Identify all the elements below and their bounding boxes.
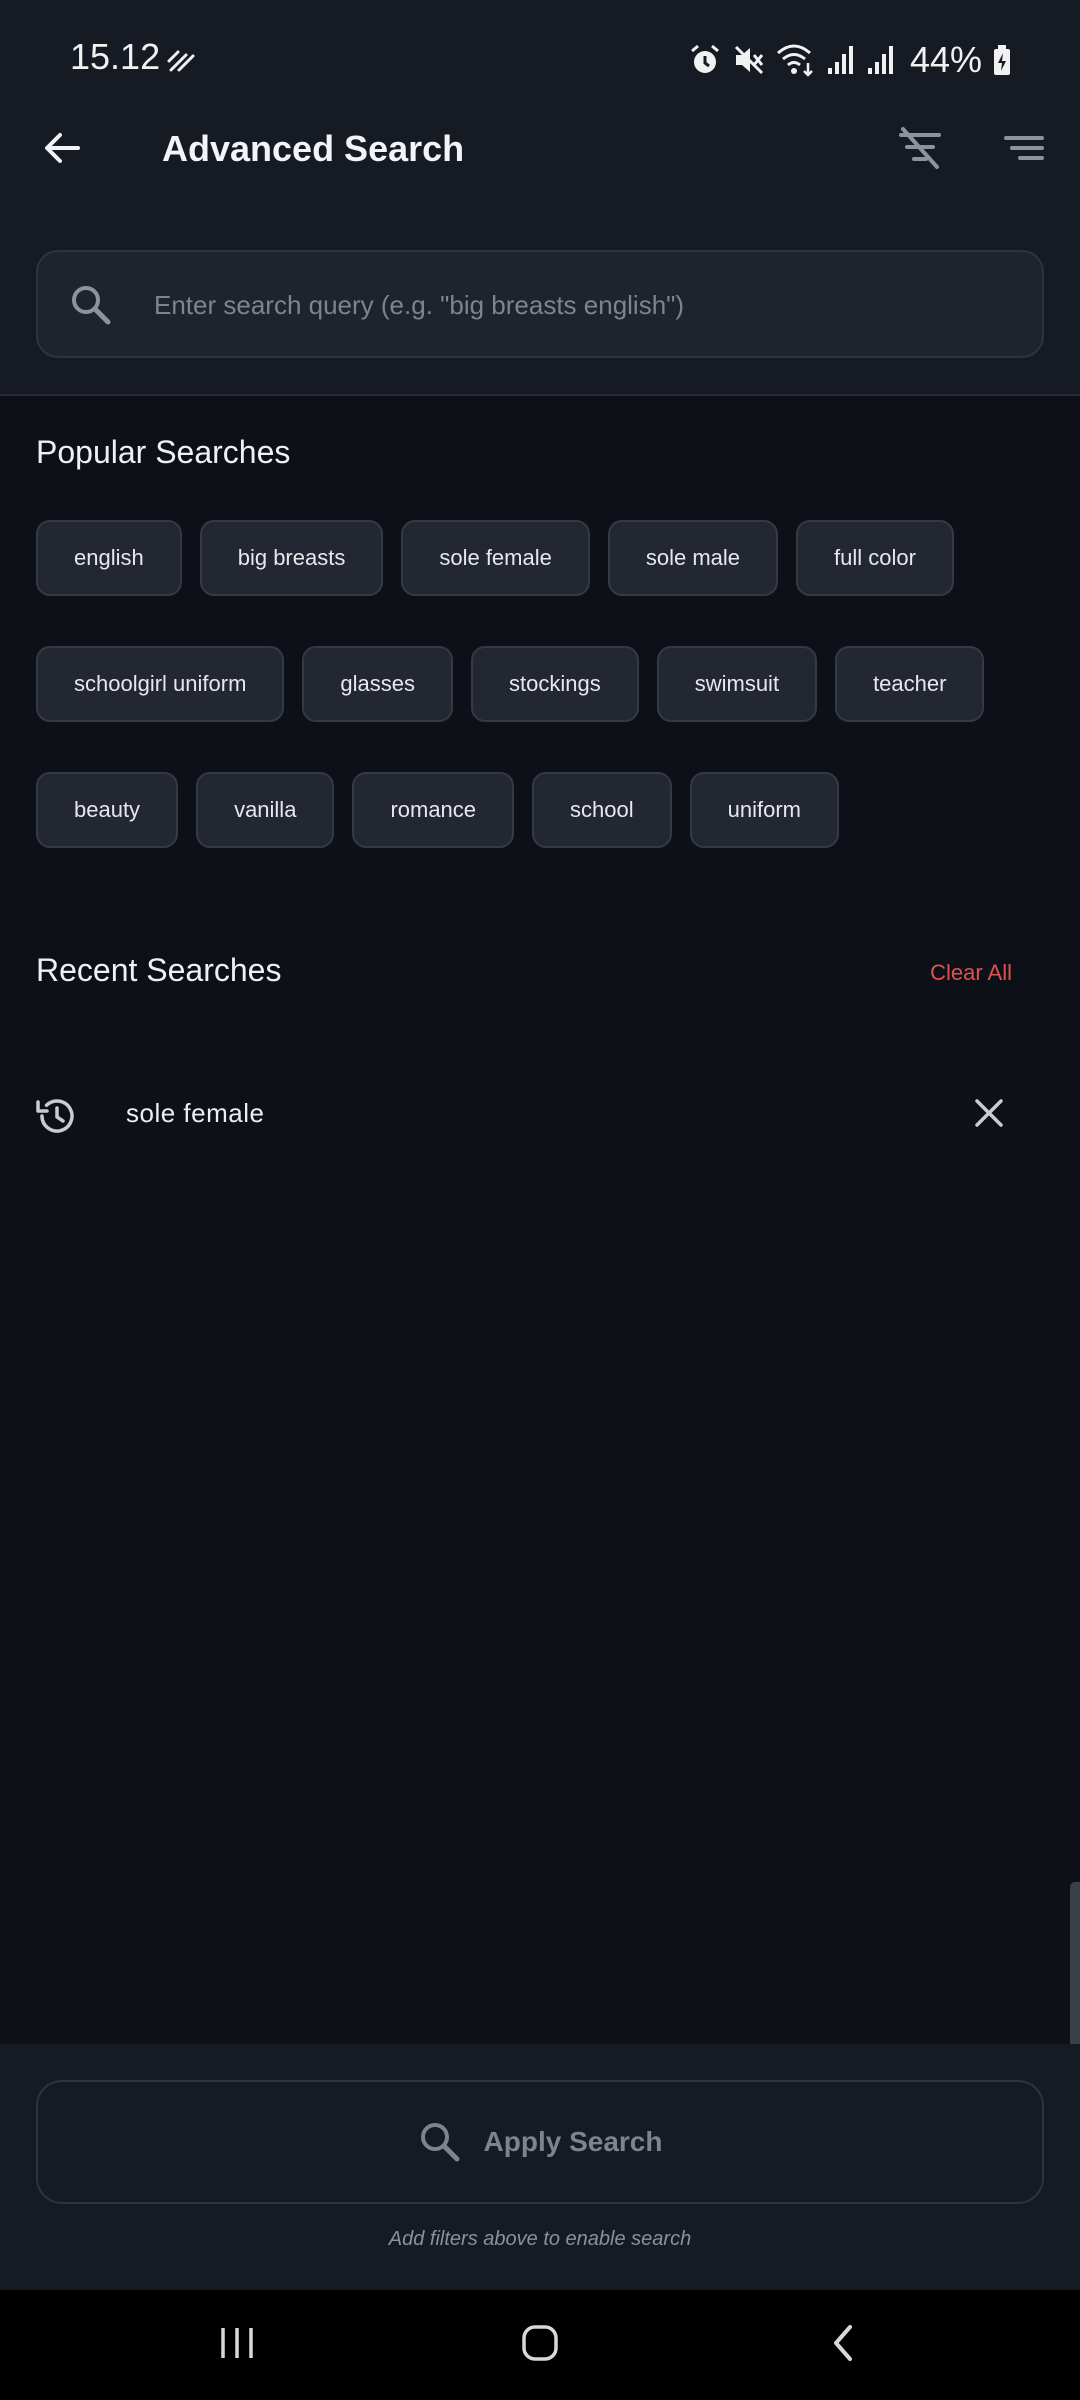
clear-all-button[interactable]: Clear All <box>930 960 1012 986</box>
mute-icon <box>732 43 766 77</box>
status-time: 15.12 <box>70 36 161 77</box>
popular-searches-heading: Popular Searches <box>36 434 291 470</box>
home-button[interactable] <box>495 2310 585 2380</box>
popular-chip[interactable]: glasses <box>302 646 453 722</box>
apply-search-button[interactable]: Apply Search <box>36 2080 1044 2204</box>
battery-percentage: 44% <box>909 39 982 80</box>
popular-chip[interactable]: vanilla <box>196 772 335 848</box>
chevron-left-icon <box>828 2323 858 2368</box>
sort-button[interactable] <box>996 122 1052 178</box>
system-back-button[interactable] <box>798 2310 888 2380</box>
status-icons: 44% <box>688 38 1012 82</box>
recents-icon <box>217 2325 257 2366</box>
search-icon <box>418 2120 462 2164</box>
popular-chip[interactable]: stockings <box>471 646 639 722</box>
popular-chip-row: beauty vanilla romance school uniform <box>36 772 839 848</box>
search-icon <box>68 282 114 328</box>
popular-chip-row: english big breasts sole female sole mal… <box>36 520 954 596</box>
popular-chip[interactable]: beauty <box>36 772 179 848</box>
popular-chip[interactable]: big breasts <box>199 520 384 596</box>
popular-chip[interactable]: sole male <box>607 520 779 596</box>
popular-chip[interactable]: school <box>532 772 672 848</box>
popular-chip[interactable]: full color <box>796 520 954 596</box>
popular-chip[interactable]: schoolgirl uniform <box>36 646 285 722</box>
divider <box>0 394 1080 396</box>
home-icon <box>520 2323 560 2368</box>
wifi-icon <box>776 43 816 77</box>
popular-chip[interactable]: romance <box>352 772 515 848</box>
signal-icon <box>866 44 896 76</box>
status-bar: 15.12 44% <box>0 0 1080 120</box>
apply-hint-text: Add filters above to enable search <box>388 2228 692 2250</box>
top-area: 15.12 44% Advanced Search Enter search q… <box>0 0 1080 395</box>
back-button[interactable] <box>36 124 88 176</box>
apply-search-label: Apply Search <box>483 2126 663 2157</box>
system-nav-bar <box>0 2290 1080 2400</box>
recents-button[interactable] <box>192 2310 282 2380</box>
recent-search-text: sole female <box>126 1098 265 1128</box>
advanced-search-screen: 15.12 44% Advanced Search Enter search q… <box>0 0 1080 2400</box>
arrow-back-icon <box>42 128 82 173</box>
sort-icon <box>1002 126 1046 175</box>
popular-chip-row: schoolgirl uniform glasses stockings swi… <box>36 646 985 722</box>
popular-chip[interactable]: swimsuit <box>656 646 818 722</box>
popular-chip[interactable]: teacher <box>835 646 985 722</box>
remove-recent-button[interactable] <box>966 1092 1012 1138</box>
recent-search-item[interactable]: sole female <box>0 1080 1080 1150</box>
search-field[interactable] <box>36 250 1044 358</box>
app-bar: Advanced Search <box>0 110 1080 190</box>
signal-icon <box>826 44 856 76</box>
close-icon <box>974 1098 1004 1133</box>
popular-chip[interactable]: sole female <box>401 520 590 596</box>
apply-panel: Apply Search Add filters above to enable… <box>0 2044 1080 2290</box>
clear-filters-button[interactable] <box>892 122 948 178</box>
battery-charging-icon <box>992 44 1012 76</box>
alarm-icon <box>688 43 722 77</box>
popular-chip[interactable]: uniform <box>689 772 839 848</box>
popular-chip[interactable]: english <box>36 520 182 596</box>
history-icon <box>34 1094 78 1138</box>
search-input[interactable] <box>154 278 1014 332</box>
filter-off-icon <box>897 125 943 176</box>
page-title: Advanced Search <box>162 128 465 169</box>
recent-searches-heading: Recent Searches <box>36 952 282 988</box>
data-saver-icon <box>166 48 196 74</box>
